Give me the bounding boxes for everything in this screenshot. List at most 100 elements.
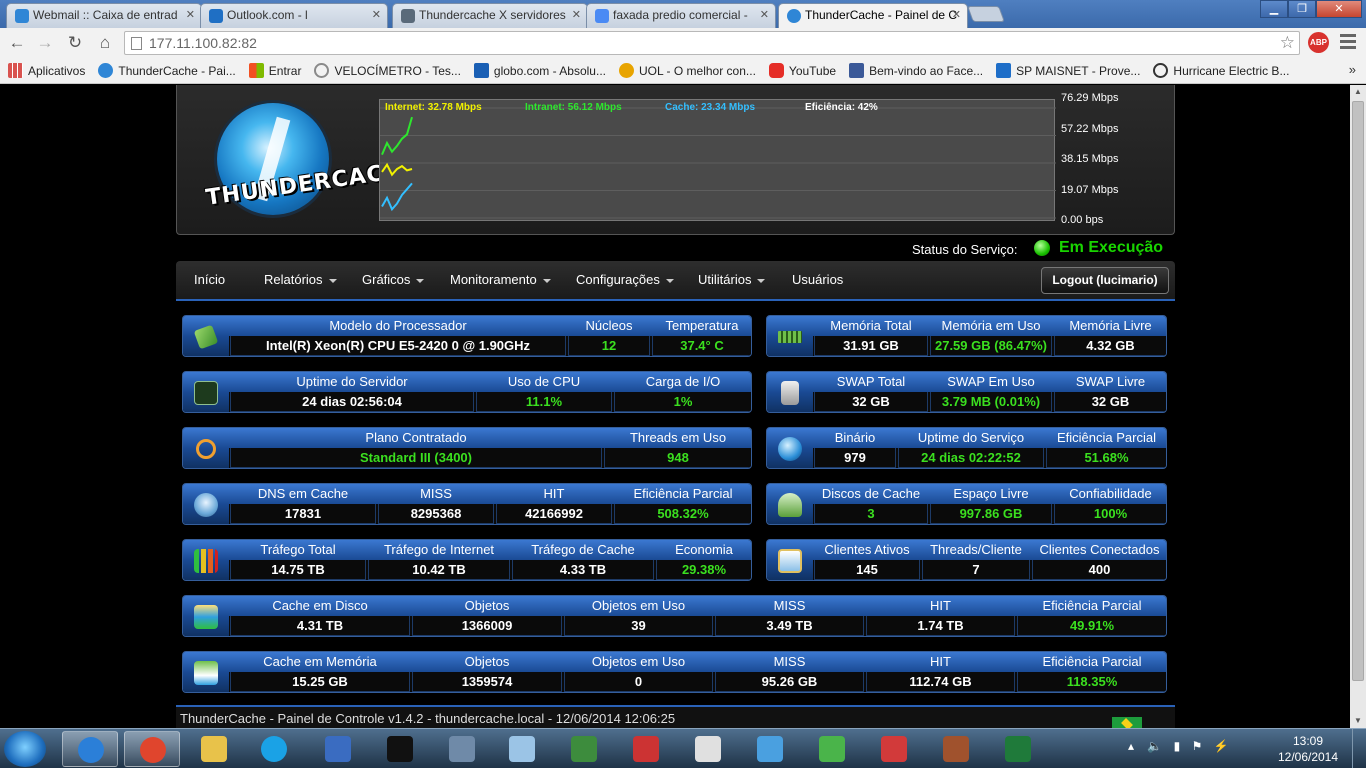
nav-utilitarios[interactable]: Utilitários	[698, 261, 766, 299]
taskbar-app-explorer[interactable]	[186, 731, 242, 767]
cell-header: Eficiência Parcial	[1057, 430, 1156, 445]
taskbar-app-skype[interactable]	[246, 731, 302, 767]
nav-usuarios[interactable]: Usuários	[792, 261, 843, 299]
tab-google-search[interactable]: faxada predio comercial - ✕	[586, 3, 776, 28]
scroll-down-arrow-icon[interactable]: ▼	[1350, 714, 1366, 728]
cell-disk-cache-size: Cache em Disco 4.31 TB	[229, 596, 411, 636]
taskbar-app-excel[interactable]	[990, 731, 1046, 767]
cell-value: 31.91 GB	[814, 336, 928, 356]
cell-header: Espaço Livre	[953, 486, 1029, 501]
taskbar-app-notepad[interactable]	[494, 731, 550, 767]
cell-disk-cache-objects-in-use: Objetos em Uso 39	[563, 596, 714, 636]
cell-value: 7	[922, 560, 1030, 580]
taskbar-app-search[interactable]	[804, 731, 860, 767]
notepad-icon	[509, 736, 535, 762]
taskbar-app-remote[interactable]	[742, 731, 798, 767]
adblock-plus-icon[interactable]: ABP	[1308, 32, 1329, 53]
forward-arrow-icon[interactable]: →	[34, 33, 56, 53]
taskbar-app-internet-explorer[interactable]	[62, 731, 118, 767]
taskbar-app-network[interactable]	[556, 731, 612, 767]
volume-icon[interactable]: 🔈	[1147, 739, 1162, 753]
start-button[interactable]	[4, 731, 46, 767]
bookmark-uol[interactable]: UOL - O melhor con...	[618, 63, 756, 78]
cell-connected-clients: Clientes Conectados 400	[1031, 540, 1166, 580]
cell-header: SWAP Em Uso	[947, 374, 1035, 389]
url-input[interactable]	[149, 34, 1249, 52]
network-icon[interactable]: ▮	[1174, 739, 1181, 753]
taskbar-app-network-tool[interactable]	[928, 731, 984, 767]
main-nav: Início Relatórios Gráficos Monitoramento…	[176, 261, 1175, 301]
taskbar-app-java[interactable]	[680, 731, 736, 767]
system-tray: ▴ 🔈 ▮ ⚑ ⚡	[1128, 739, 1229, 753]
cell-partial-efficiency: Eficiência Parcial 51.68%	[1045, 428, 1166, 468]
windows-taskbar: ▴ 🔈 ▮ ⚑ ⚡ 13:09 12/06/2014	[0, 728, 1366, 768]
close-tab-icon[interactable]: ✕	[952, 4, 961, 26]
bookmark-globo[interactable]: globo.com - Absolu...	[473, 63, 606, 78]
tab-thundercache-panel[interactable]: ThunderCache - Painel de C ✕	[778, 3, 968, 29]
cell-header: Confiabilidade	[1069, 486, 1152, 501]
cell-memory-free: Memória Livre 4.32 GB	[1053, 316, 1166, 356]
memory-module-icon	[778, 331, 802, 343]
reload-icon[interactable]: ↻	[64, 33, 86, 53]
bookmark-apps[interactable]: Aplicativos	[8, 63, 85, 78]
cell-swap-free: SWAP Livre 32 GB	[1053, 372, 1166, 412]
close-window-button[interactable]: ✕	[1316, 0, 1362, 18]
maximize-button[interactable]: ❐	[1288, 0, 1316, 18]
cell-value: 32 GB	[1054, 392, 1166, 412]
logout-button[interactable]: Logout (lucimario)	[1041, 267, 1169, 294]
bookmark-thundercache[interactable]: ThunderCache - Pai...	[98, 63, 236, 78]
memory-cache-icon	[194, 661, 218, 685]
home-icon[interactable]: ⌂	[94, 33, 116, 53]
tray-expand-icon[interactable]: ▴	[1128, 739, 1134, 753]
taskbar-app-photo[interactable]	[866, 731, 922, 767]
cell-header: Memória Total	[830, 318, 912, 333]
nav-graficos[interactable]: Gráficos	[362, 261, 425, 299]
bookmark-facebook[interactable]: Bem-vindo ao Face...	[849, 63, 983, 78]
panel-disks: Discos de Cache 3 Espaço Livre 997.86 GB C…	[766, 483, 1167, 525]
power-icon[interactable]: ⚡	[1214, 739, 1229, 753]
disk-cache-icon	[194, 605, 218, 629]
scrollbar-thumb[interactable]	[1352, 101, 1364, 681]
bookmark-spmaisnet[interactable]: SP MAISNET - Prove...	[996, 63, 1140, 78]
cell-cores: Núcleos 12	[567, 316, 651, 356]
close-tab-icon[interactable]: ✕	[372, 4, 381, 26]
bookmark-youtube[interactable]: YouTube	[768, 63, 836, 78]
y-tick-label: 76.29 Mbps	[1061, 92, 1119, 104]
vertical-scrollbar[interactable]: ▲ ▼	[1350, 85, 1366, 728]
address-bar[interactable]: ☆	[124, 31, 1300, 55]
taskbar-app-tool[interactable]	[618, 731, 674, 767]
tab-webmail[interactable]: Webmail :: Caixa de entrad ✕	[6, 3, 202, 28]
close-tab-icon[interactable]: ✕	[572, 4, 581, 26]
bookmarks-more-button[interactable]: »	[1349, 62, 1356, 77]
brazil-flag-icon[interactable]	[1112, 717, 1142, 728]
bookmark-hurricane-electric[interactable]: Hurricane Electric B...	[1153, 63, 1289, 78]
taskbar-app-security[interactable]	[434, 731, 490, 767]
cell-value: 1366009	[412, 616, 562, 636]
nav-monitoramento[interactable]: Monitoramento	[450, 261, 551, 299]
bookmark-entrar[interactable]: Entrar	[248, 63, 301, 78]
close-tab-icon[interactable]: ✕	[760, 4, 769, 26]
tab-outlook[interactable]: Outlook.com - l ✕	[200, 3, 388, 28]
tab-thundercache-servers[interactable]: Thundercache X servidores ✕	[392, 3, 588, 28]
bookmarks-bar: Aplicativos ThunderCache - Pai... Entrar…	[0, 58, 1366, 84]
bookmark-label: Aplicativos	[28, 63, 86, 78]
minimize-button[interactable]: ▁	[1260, 0, 1288, 18]
close-tab-icon[interactable]: ✕	[186, 4, 195, 26]
new-tab-button[interactable]	[967, 6, 1005, 22]
taskbar-app-chrome[interactable]	[124, 731, 180, 767]
scroll-up-arrow-icon[interactable]: ▲	[1350, 85, 1366, 99]
taskbar-app-cmd[interactable]	[372, 731, 428, 767]
nav-configuracoes[interactable]: Configurações	[576, 261, 674, 299]
cell-value: 11.1%	[476, 392, 612, 412]
back-arrow-icon[interactable]: ←	[6, 33, 28, 53]
show-desktop-button[interactable]	[1352, 729, 1366, 768]
chrome-menu-icon[interactable]	[1340, 34, 1356, 52]
taskbar-clock[interactable]: 13:09 12/06/2014	[1276, 733, 1340, 765]
bookmark-velocimetro[interactable]: VELOCÍMETRO - Tes...	[314, 63, 461, 78]
nav-relatorios[interactable]: Relatórios	[264, 261, 337, 299]
nav-inicio[interactable]: Início	[194, 261, 225, 299]
flag-tray-icon[interactable]: ⚑	[1192, 739, 1203, 753]
taskbar-app-thunderbird[interactable]	[310, 731, 366, 767]
cell-header: Threads/Cliente	[930, 542, 1022, 557]
bookmark-star-icon[interactable]: ☆	[1280, 33, 1295, 53]
